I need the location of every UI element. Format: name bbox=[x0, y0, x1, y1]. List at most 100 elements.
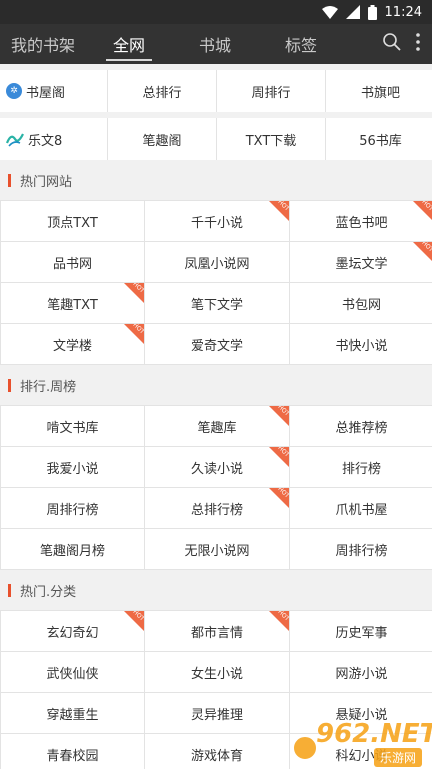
section-title: 排行.周榜 bbox=[0, 365, 432, 405]
grid-item[interactable]: 笔下文学 bbox=[145, 283, 289, 323]
grid-item[interactable]: 啃文书库 bbox=[1, 406, 144, 446]
site-label: 书屋阁 bbox=[26, 85, 66, 101]
section-grid: 玄幻奇幻 都市言情 历史军事武侠仙侠 女生小说 网游小说穿越重生 灵异推理 悬疑小说青春校园… bbox=[0, 610, 432, 769]
grid-item-label: 啃文书库 bbox=[46, 420, 99, 436]
hot-badge-icon bbox=[269, 611, 289, 631]
site-week-rank[interactable]: 周排行 bbox=[217, 70, 325, 112]
grid-item[interactable]: 爱奇文学 bbox=[145, 324, 289, 364]
grid-item[interactable]: 蓝色书吧 bbox=[290, 201, 432, 241]
status-time: 11:24 bbox=[384, 4, 422, 20]
hot-badge-icon bbox=[269, 201, 289, 221]
grid-item-label: 总排行榜 bbox=[190, 502, 243, 518]
site-total-rank[interactable]: 总排行 bbox=[108, 70, 216, 112]
hot-badge-icon bbox=[124, 324, 144, 344]
hot-badge-icon bbox=[124, 611, 144, 631]
hot-badge-icon bbox=[124, 283, 144, 303]
section-grid: 顶点TXT 千千小说 蓝色书吧品书网 凤凰小说网 墨坛文学笔趣TXT 笔下文学 书包网文学楼… bbox=[0, 200, 432, 365]
grid-item[interactable]: 我爱小说 bbox=[1, 447, 144, 487]
grid-item[interactable]: 都市言情 bbox=[145, 611, 289, 651]
site-label: 乐文8 bbox=[28, 133, 63, 149]
grid-item-label: 游戏体育 bbox=[190, 748, 243, 764]
grid-item-label: 网游小说 bbox=[335, 666, 388, 682]
grid-item-label: 笔趣阁月榜 bbox=[39, 543, 105, 559]
hot-badge-icon bbox=[269, 406, 289, 426]
status-bar: 11:24 bbox=[0, 0, 432, 24]
grid-item-label: 都市言情 bbox=[190, 625, 243, 641]
site-shuqiba[interactable]: 书旗吧 bbox=[326, 70, 432, 112]
grid-item[interactable]: 悬疑小说 bbox=[290, 693, 432, 733]
grid-item[interactable]: 青春校园 bbox=[1, 734, 144, 769]
grid-item-label: 品书网 bbox=[52, 256, 92, 272]
grid-item[interactable]: 排行榜 bbox=[290, 447, 432, 487]
grid-item[interactable]: 凤凰小说网 bbox=[145, 242, 289, 282]
search-icon[interactable] bbox=[382, 32, 402, 56]
site-56shuku[interactable]: 56书库 bbox=[326, 118, 432, 160]
wifi-icon bbox=[321, 5, 338, 19]
shuwuge-logo-icon: ✲ bbox=[6, 83, 22, 99]
grid-item-label: 文学楼 bbox=[52, 338, 92, 354]
grid-item-label: 爱奇文学 bbox=[190, 338, 243, 354]
grid-item[interactable]: 女生小说 bbox=[145, 652, 289, 692]
grid-item[interactable]: 周排行榜 bbox=[1, 488, 144, 528]
grid-item-label: 武侠仙侠 bbox=[46, 666, 99, 682]
grid-item-label: 书包网 bbox=[341, 297, 381, 313]
tab-bookshelf[interactable]: 我的书架 bbox=[0, 24, 86, 64]
grid-item[interactable]: 游戏体育 bbox=[145, 734, 289, 769]
grid-item-label: 穿越重生 bbox=[46, 707, 99, 723]
grid-item-label: 玄幻奇幻 bbox=[46, 625, 99, 641]
grid-item-label: 排行榜 bbox=[341, 461, 381, 477]
main-content: ✲ 书屋阁 总排行 周排行 书旗吧 乐文8 笔趣阁 TXT下载 56书库 热门网… bbox=[0, 64, 432, 769]
hot-badge-icon bbox=[413, 242, 432, 262]
tab-bookstore[interactable]: 书城 bbox=[172, 24, 258, 64]
section-grid: 啃文书库 笔趣库 总推荐榜我爱小说 久读小说 排行榜周排行榜 总排行榜 爪机书屋笔趣阁月榜 无… bbox=[0, 405, 432, 570]
grid-item[interactable]: 笔趣TXT bbox=[1, 283, 144, 323]
site-biquge[interactable]: 笔趣阁 bbox=[108, 118, 216, 160]
grid-item-label: 凤凰小说网 bbox=[184, 256, 250, 272]
site-txt-download[interactable]: TXT下载 bbox=[217, 118, 325, 160]
grid-item-label: 总推荐榜 bbox=[335, 420, 388, 436]
grid-item-label: 周排行榜 bbox=[335, 543, 388, 559]
grid-item[interactable]: 无限小说网 bbox=[145, 529, 289, 569]
grid-item[interactable]: 灵异推理 bbox=[145, 693, 289, 733]
grid-item[interactable]: 书快小说 bbox=[290, 324, 432, 364]
section-title: 热门网站 bbox=[0, 160, 432, 200]
grid-item[interactable]: 千千小说 bbox=[145, 201, 289, 241]
grid-item[interactable]: 顶点TXT bbox=[1, 201, 144, 241]
site-lewen8[interactable]: 乐文8 bbox=[0, 118, 107, 160]
grid-item-label: 我爱小说 bbox=[46, 461, 99, 477]
grid-item-label: 久读小说 bbox=[190, 461, 243, 477]
site-shuwuge[interactable]: ✲ 书屋阁 bbox=[0, 70, 107, 112]
signal-icon bbox=[345, 5, 360, 19]
grid-item[interactable]: 总推荐榜 bbox=[290, 406, 432, 446]
battery-icon bbox=[367, 4, 377, 20]
lewen-logo-icon bbox=[6, 131, 24, 147]
grid-item-label: 青春校园 bbox=[46, 748, 99, 764]
hot-badge-icon bbox=[413, 201, 432, 221]
grid-item[interactable]: 品书网 bbox=[1, 242, 144, 282]
grid-item-label: 女生小说 bbox=[190, 666, 243, 682]
grid-item[interactable]: 周排行榜 bbox=[290, 529, 432, 569]
grid-item[interactable]: 历史军事 bbox=[290, 611, 432, 651]
grid-item[interactable]: 书包网 bbox=[290, 283, 432, 323]
hot-badge-icon bbox=[269, 488, 289, 508]
grid-item[interactable]: 笔趣阁月榜 bbox=[1, 529, 144, 569]
grid-item[interactable]: 科幻小说 bbox=[290, 734, 432, 769]
grid-item[interactable]: 久读小说 bbox=[145, 447, 289, 487]
grid-item[interactable]: 武侠仙侠 bbox=[1, 652, 144, 692]
grid-item[interactable]: 爪机书屋 bbox=[290, 488, 432, 528]
grid-item-label: 无限小说网 bbox=[184, 543, 250, 559]
sites-row-2: 乐文8 笔趣阁 TXT下载 56书库 bbox=[0, 118, 432, 160]
grid-item[interactable]: 网游小说 bbox=[290, 652, 432, 692]
grid-item[interactable]: 玄幻奇幻 bbox=[1, 611, 144, 651]
grid-item[interactable]: 总排行榜 bbox=[145, 488, 289, 528]
more-menu-icon[interactable] bbox=[416, 33, 420, 55]
grid-item-label: 悬疑小说 bbox=[335, 707, 388, 723]
tab-tags[interactable]: 标签 bbox=[258, 24, 344, 64]
grid-item-label: 书快小说 bbox=[335, 338, 388, 354]
tab-all-web[interactable]: 全网 bbox=[86, 24, 172, 64]
grid-item[interactable]: 文学楼 bbox=[1, 324, 144, 364]
hot-badge-icon bbox=[269, 447, 289, 467]
grid-item[interactable]: 笔趣库 bbox=[145, 406, 289, 446]
grid-item[interactable]: 墨坛文学 bbox=[290, 242, 432, 282]
grid-item[interactable]: 穿越重生 bbox=[1, 693, 144, 733]
